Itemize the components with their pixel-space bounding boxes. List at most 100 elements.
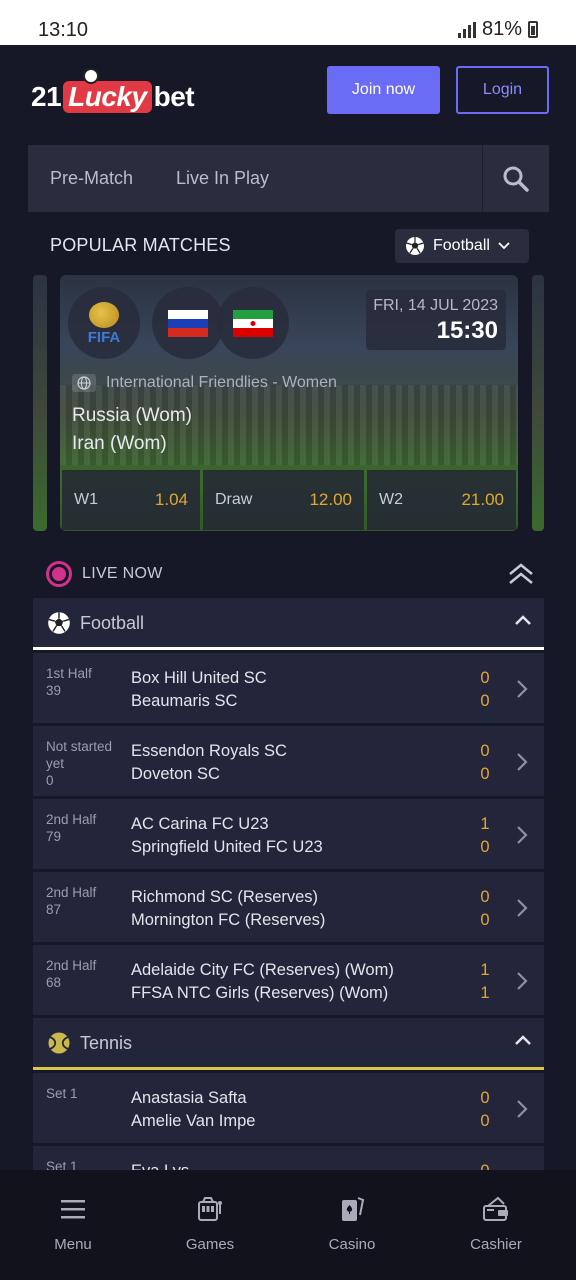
nav-cashier-label: Cashier [470,1236,522,1253]
chevron-right-icon [517,899,528,917]
odds-label: Draw [215,491,253,508]
match-teams: Adelaide City FC (Reserves) (Wom) FFSA NT… [131,961,394,1002]
chevron-up-icon[interactable] [514,614,532,626]
section-football-label: Football [80,613,145,633]
nav-cashier[interactable]: Cashier [441,1194,551,1253]
odds-value: 12.00 [309,490,352,509]
double-chevron-up-icon[interactable] [508,562,534,586]
odds-label: W1 [74,491,98,508]
nav-games-label: Games [185,1236,235,1253]
nav-casino[interactable]: Casino [297,1194,407,1253]
football-icon [406,237,424,255]
section-tennis-label: Tennis [80,1033,133,1053]
match-status: Set 1 [46,1086,78,1101]
away-team-flag [217,287,289,359]
featured-match-card[interactable]: FIFA FRI, 14 JUL 2023 15:30 Internationa… [60,275,518,531]
status-time: 13:10 [38,19,89,41]
odds-button-draw[interactable]: Draw 12.00 [203,470,364,530]
match-time: 15:30 [436,317,498,344]
chevron-right-icon [517,680,528,698]
logo-part-lucky: Lucky [63,68,152,113]
chevron-down-icon [498,242,510,250]
odds-button-w1[interactable]: W1 1.04 [62,470,200,530]
match-row[interactable]: 2nd Half 79 AC Carina FC U23 Springfield U… [33,799,544,869]
section-football[interactable]: Football [33,598,544,650]
globe-icon [72,374,96,392]
signal-icon [457,21,476,38]
match-row[interactable]: Set 1 Anastasia Safta Amelie Van Impe 00 [33,1073,544,1143]
carousel-card-next[interactable] [532,275,544,531]
match-status: 1st Half 39 [46,666,92,698]
live-now-label: LIVE NOW [82,565,163,582]
match-row[interactable]: 2nd Half 87 Richmond SC (Reserves) Morning… [33,872,544,942]
odds-value: 21.00 [461,490,504,509]
tab-live-in-play[interactable]: Live In Play [176,145,269,212]
match-scores: 00 [480,669,490,710]
match-teams: Richmond SC (Reserves) Mornington FC (Res… [131,888,326,929]
live-now-header: LIVE NOW [33,556,544,596]
football-icon [48,612,70,634]
league-name: International Friendlies - Women [106,374,337,391]
app-header: 21 Lucky bet Join now Login [0,45,576,145]
tab-pre-match[interactable]: Pre-Match [50,145,133,212]
chevron-up-icon[interactable] [514,1034,532,1046]
tennis-ball-icon [48,1032,70,1054]
competition-logo: FIFA [68,287,140,359]
match-scores: 00 [480,888,490,929]
nav-menu-label: Menu [54,1236,92,1253]
match-date: FRI, 14 JUL 2023 [373,297,498,314]
home-team-name: Russia (Wom) [72,405,192,426]
match-scores: 11 [480,961,490,1002]
menu-icon [61,1200,85,1219]
battery-icon [528,21,538,38]
chevron-right-icon [517,753,528,771]
match-teams: Essendon Royals SC Doveton SC [131,742,287,783]
match-scores: 00 [480,1089,490,1130]
nav-games[interactable]: Games [155,1194,265,1253]
sport-tabs: Pre-Match Live In Play [28,145,549,212]
match-scores: 10 [480,815,490,856]
odds-value: 1.04 [154,490,188,509]
login-button[interactable]: Login [456,66,549,114]
search-icon [503,166,529,192]
join-now-button[interactable]: Join now [327,66,440,114]
playing-cards-icon [342,1197,365,1221]
odds-label: W2 [379,491,403,508]
match-teams: AC Carina FC U23 Springfield United FC U2… [131,815,323,856]
match-status: 2nd Half 68 [46,958,97,990]
bottom-navigation: Menu Games Casino Cashier [0,1170,576,1280]
match-row[interactable]: Not started yet 0 Essendon Royals SC Dovet… [33,726,544,796]
logo-part-bet: bet [153,81,195,112]
match-teams: Box Hill United SC Beaumaris SC [131,669,267,710]
match-status: 2nd Half 87 [46,885,97,917]
status-right: 81% [457,18,538,41]
wallet-icon [483,1196,508,1221]
home-team-flag [152,287,224,359]
logo[interactable]: 21 Lucky bet [31,68,195,117]
chevron-right-icon [517,826,528,844]
section-tennis[interactable]: Tennis [33,1018,544,1070]
match-row[interactable]: 1st Half 39 Box Hill United SC Beaumaris S… [33,653,544,723]
logo-part-21: 21 [31,81,62,112]
live-indicator-icon [46,561,72,587]
sport-dropdown[interactable]: Football [395,229,529,263]
nav-menu[interactable]: Menu [18,1194,128,1253]
nav-casino-label: Casino [328,1236,376,1253]
carousel-card-prev[interactable] [33,275,47,531]
odds-button-w2[interactable]: W2 21.00 [367,470,516,530]
away-team-name: Iran (Wom) [72,433,167,454]
popular-matches-title: POPULAR MATCHES [50,235,231,255]
search-button[interactable] [482,145,549,212]
match-teams: Anastasia Safta Amelie Van Impe [131,1089,256,1130]
fifa-logo: FIFA [88,301,120,345]
match-row[interactable]: 2nd Half 68 Adelaide City FC (Reserves) (… [33,945,544,1015]
league-info: International Friendlies - Women [72,374,337,392]
match-datetime: FRI, 14 JUL 2023 15:30 [366,290,506,350]
slot-machine-icon [198,1197,222,1221]
match-status: Not started yet 0 [46,739,113,788]
sport-dropdown-label: Football [433,237,490,254]
iran-flag-icon [233,309,273,337]
battery-percent: 81% [481,18,522,40]
status-bar: 13:10 81% [0,0,576,45]
match-scores: 00 [480,742,490,783]
